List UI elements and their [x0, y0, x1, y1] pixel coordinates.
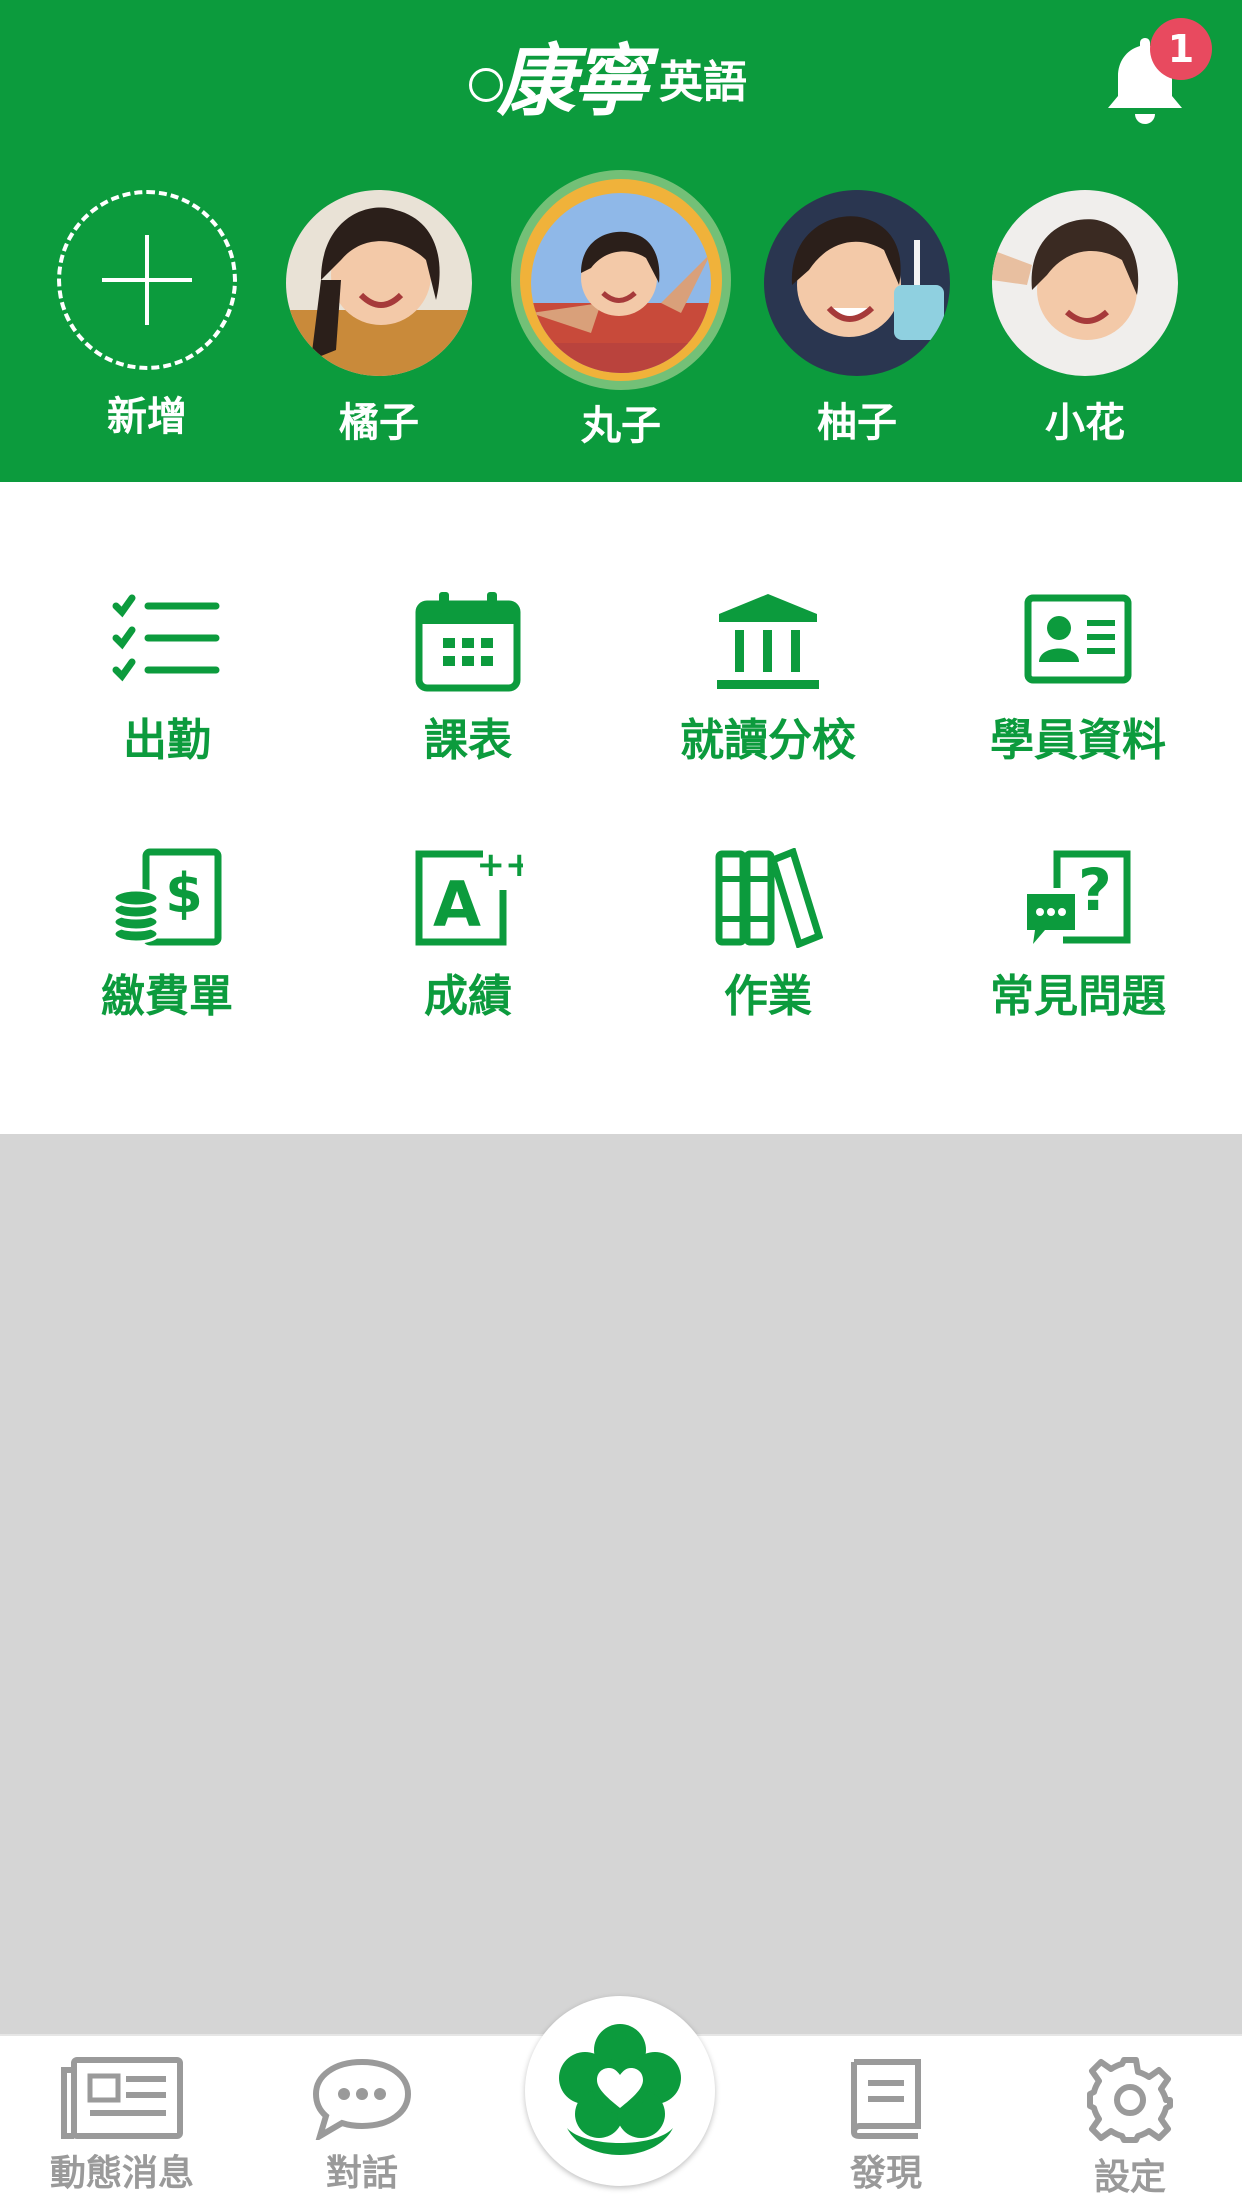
plus-icon	[102, 235, 192, 325]
calendar-icon	[415, 592, 521, 692]
content-placeholder	[0, 1134, 1242, 2034]
menu-label: 作業	[724, 971, 812, 1022]
avatar[interactable]	[286, 190, 472, 376]
menu-item-grades[interactable]: A ++ 成績	[318, 848, 618, 1024]
menu-item-faq[interactable]: ? 常見問題	[928, 848, 1228, 1024]
bill-coins-icon: $	[112, 848, 222, 946]
menu-item-attendance[interactable]: 出勤	[17, 592, 317, 768]
id-card-icon	[1024, 594, 1132, 684]
menu-label: 課表	[424, 715, 512, 766]
avatar[interactable]	[992, 190, 1178, 376]
profile-name: 柚子	[817, 400, 897, 446]
svg-text:$: $	[165, 862, 203, 925]
menu-label: 常見問題	[990, 971, 1166, 1022]
tab-label: 設定	[1093, 2157, 1166, 2198]
avatar[interactable]	[764, 190, 950, 376]
feature-menu: 出勤 課表 就讀分校 學員資料 $ 繳費單 A ++ 成績 作業 ? 常見問題	[0, 482, 1242, 1134]
menu-label: 成績	[424, 971, 512, 1022]
profile-item[interactable]: 柚子	[757, 190, 957, 448]
chat-bubble-icon	[312, 2058, 412, 2140]
profile-add[interactable]: 新增	[47, 190, 247, 442]
add-profile-button[interactable]	[57, 190, 237, 370]
svg-text:++: ++	[477, 848, 523, 885]
menu-item-bill[interactable]: $ 繳費單	[17, 848, 317, 1024]
grade-icon: A ++	[415, 848, 523, 946]
tab-news[interactable]: 動態消息	[22, 2056, 222, 2196]
profile-name: 橘子	[339, 400, 419, 446]
profile-item[interactable]: 小花	[985, 190, 1185, 448]
logo-subtext: 英語	[659, 57, 748, 108]
gear-icon	[1087, 2057, 1173, 2143]
books-icon	[715, 848, 823, 948]
tab-chat[interactable]: 對話	[262, 2056, 462, 2196]
flower-heart-logo-icon	[559, 2024, 681, 2155]
menu-label: 就讀分校	[680, 715, 856, 766]
menu-label: 繳費單	[101, 971, 233, 1022]
logo-emblem-icon	[469, 68, 503, 102]
menu-item-schedule[interactable]: 課表	[318, 592, 618, 768]
profile-name: 丸子	[581, 403, 661, 449]
menu-item-branch[interactable]: 就讀分校	[618, 592, 918, 768]
tab-home-logo[interactable]	[525, 1996, 715, 2186]
avatar[interactable]	[531, 193, 711, 373]
school-building-icon	[717, 594, 819, 689]
menu-label: 學員資料	[990, 715, 1166, 766]
profile-name: 新增	[107, 394, 187, 440]
checklist-icon	[112, 594, 220, 682]
tab-label: 對話	[325, 2153, 398, 2194]
newspaper-icon	[61, 2057, 183, 2139]
tab-label: 動態消息	[49, 2153, 194, 2194]
tab-settings[interactable]: 設定	[1030, 2056, 1230, 2200]
book-icon	[850, 2059, 921, 2139]
app-header: 康寧 英語 1 新增 橘子 丸子 柚子 小花	[0, 0, 1242, 482]
svg-text:A: A	[433, 868, 481, 941]
brand-logo: 康寧 英語	[465, 20, 785, 130]
profile-name: 小花	[1045, 400, 1125, 446]
notification-badge: 1	[1150, 18, 1212, 80]
menu-item-homework[interactable]: 作業	[618, 848, 918, 1024]
tab-discover[interactable]: 發現	[786, 2056, 986, 2196]
svg-text:?: ?	[1078, 856, 1112, 924]
profile-item[interactable]: 橘子	[279, 190, 479, 448]
logo-text: 康寧	[497, 36, 649, 127]
menu-item-student-info[interactable]: 學員資料	[928, 592, 1228, 768]
menu-label: 出勤	[123, 715, 211, 766]
tab-label: 發現	[849, 2153, 922, 2194]
faq-icon: ?	[1027, 850, 1131, 944]
profile-item-selected[interactable]: 丸子	[521, 190, 721, 451]
